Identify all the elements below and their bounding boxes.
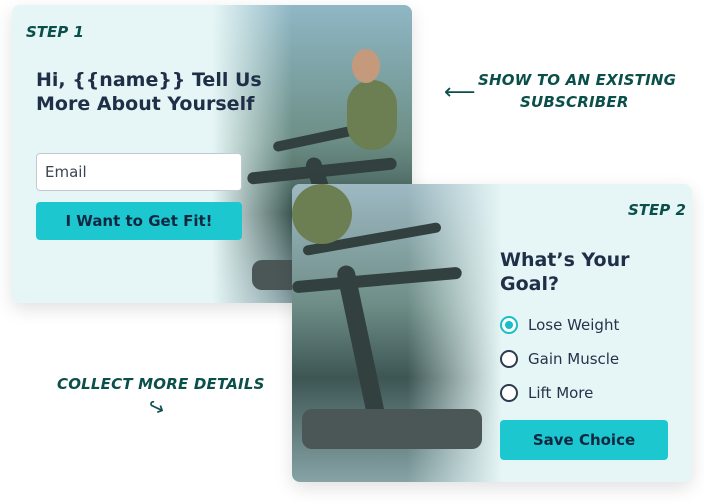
- existing-note-line1: SHOW TO AN EXISTING: [478, 71, 677, 89]
- radio-icon[interactable]: [500, 350, 518, 368]
- radio-icon[interactable]: [500, 384, 518, 402]
- goal-option-lose-weight[interactable]: Lose Weight: [500, 316, 619, 334]
- goal-option-label: Lose Weight: [528, 316, 620, 334]
- existing-note-line2: SUBSCRIBER: [520, 93, 629, 111]
- card2-title-line1: What’s Your: [500, 249, 630, 271]
- step1-badge: STEP 1: [26, 23, 84, 41]
- goal-option-label: Lift More: [528, 384, 594, 402]
- card2-title: What’s Your Goal?: [500, 248, 630, 296]
- save-choice-button[interactable]: Save Choice: [500, 420, 668, 460]
- goal-option-gain-muscle[interactable]: Gain Muscle: [500, 350, 619, 368]
- get-fit-button[interactable]: I Want to Get Fit!: [36, 202, 242, 240]
- goal-option-label: Gain Muscle: [528, 350, 620, 368]
- card1-title: Hi, {{name}} Tell Us More About Yourself: [36, 68, 262, 116]
- card2-title-line2: Goal?: [500, 273, 560, 295]
- card1-title-line1: Hi, {{name}} Tell Us: [36, 69, 262, 91]
- card1-title-line2: More About Yourself: [36, 93, 255, 115]
- curved-arrow-icon: ↪: [143, 392, 170, 422]
- step2-card: STEP 2 What’s Your Goal? Lose Weight Gai…: [292, 184, 692, 482]
- step2-badge: STEP 2: [628, 201, 686, 219]
- collect-details-note: COLLECT MORE DETAILS: [57, 375, 265, 393]
- existing-subscriber-note: SHOW TO AN EXISTING SUBSCRIBER: [478, 71, 676, 111]
- treadmill-photo-2: [292, 184, 502, 482]
- radio-selected-icon[interactable]: [500, 316, 518, 334]
- goal-option-lift-more[interactable]: Lift More: [500, 384, 593, 402]
- email-field[interactable]: [36, 153, 242, 191]
- arrow-left-icon: ⟵: [444, 80, 476, 105]
